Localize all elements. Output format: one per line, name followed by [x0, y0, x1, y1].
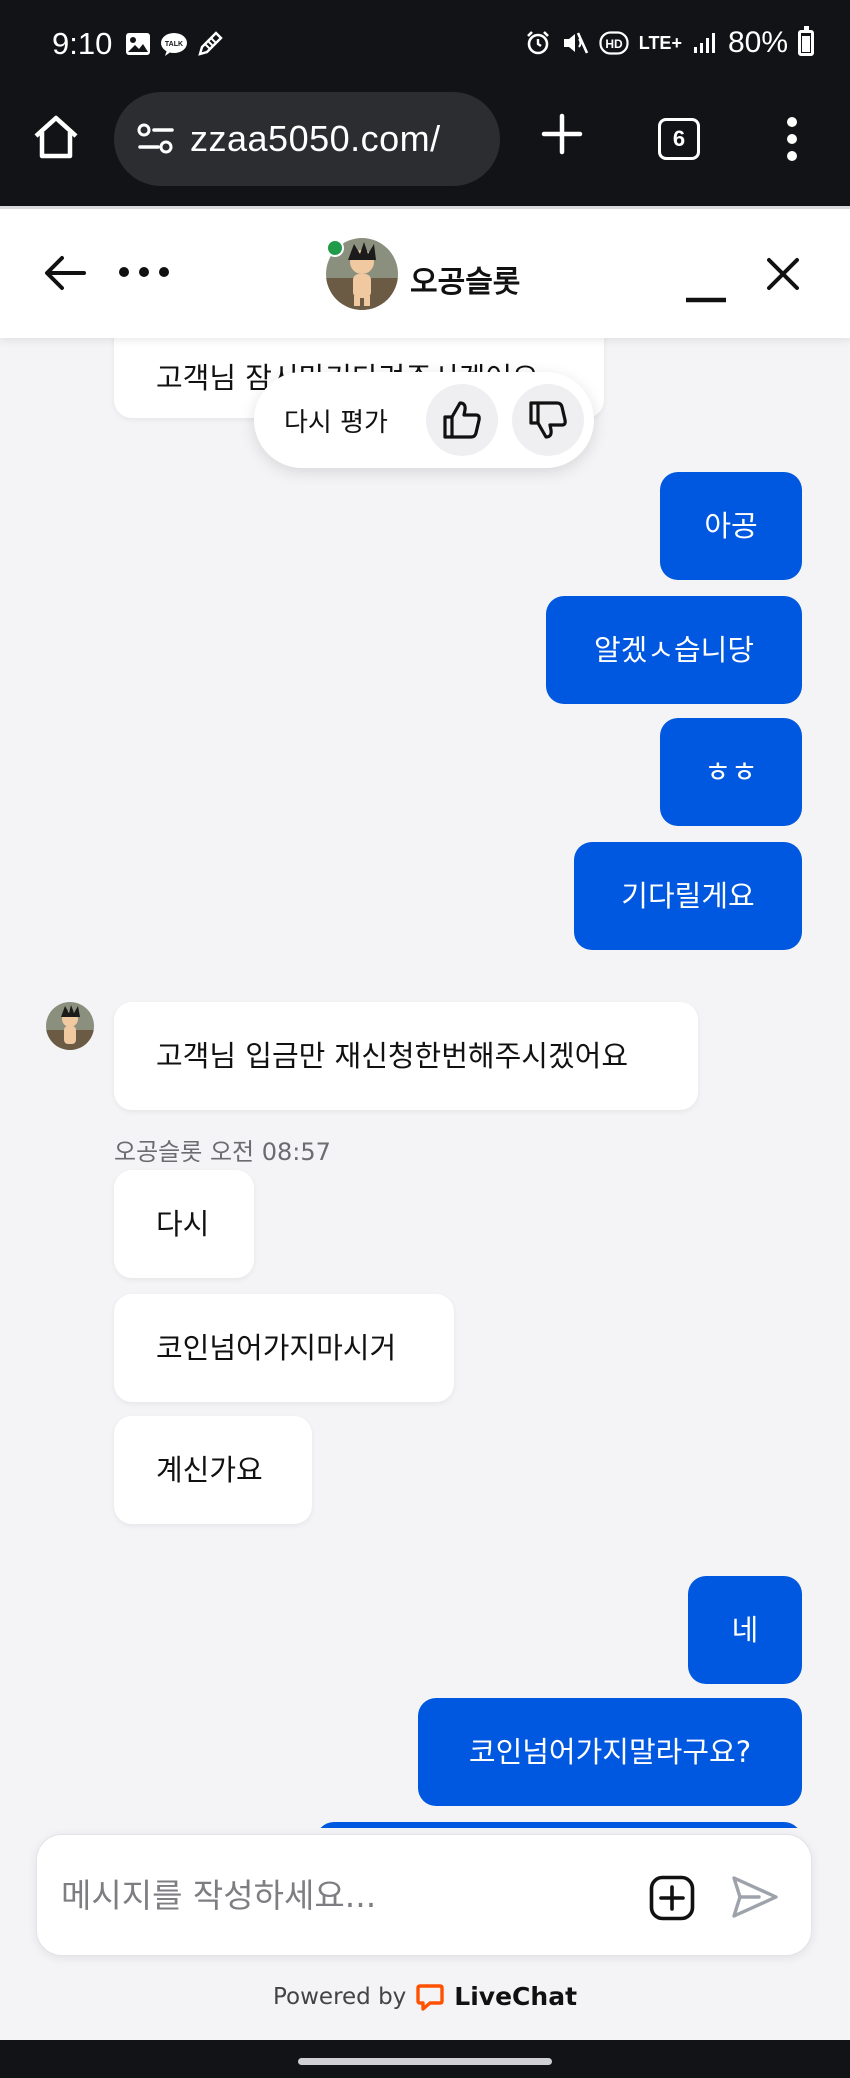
- user-message: 코인넘어가지말라구요?: [418, 1698, 802, 1806]
- send-icon[interactable]: [731, 1875, 779, 1919]
- message-text: 코인넘어가지말라구요?: [468, 1735, 752, 1769]
- rating-label: 다시 평가: [284, 408, 388, 438]
- mute-icon: [563, 32, 588, 54]
- system-nav-bar: [0, 2040, 850, 2078]
- message-composer: [36, 1834, 812, 1956]
- status-bar: 9:10 TALK HD LTE+ 80%: [0, 0, 850, 92]
- svg-text:TALK: TALK: [165, 41, 183, 48]
- message-meta: 오공슬롯 오전 08:57: [114, 1132, 331, 1167]
- user-message: ㅎㅎ: [660, 718, 802, 826]
- meta-time: 오전 08:57: [209, 1138, 331, 1166]
- user-message: 아공: [660, 472, 802, 580]
- agent-message: 고객님 입금만 재신청한번해주시겠어요: [114, 1002, 698, 1110]
- message-text: 네: [731, 1613, 759, 1647]
- tab-count: 6: [672, 126, 686, 151]
- home-icon[interactable]: [30, 112, 82, 164]
- thumbs-up-button[interactable]: [426, 384, 498, 456]
- message-text: 알겠ㅅ습니당: [593, 633, 755, 667]
- site-settings-icon[interactable]: [136, 121, 176, 157]
- user-message: 기다릴게요: [574, 842, 802, 950]
- livechat-logo-icon: [416, 1983, 444, 2011]
- minimize-icon[interactable]: [686, 283, 726, 303]
- close-icon[interactable]: [766, 257, 800, 291]
- attach-icon[interactable]: [649, 1875, 695, 1921]
- back-arrow-icon[interactable]: [44, 255, 86, 291]
- new-tab-icon[interactable]: [540, 112, 584, 156]
- battery-icon: [798, 26, 814, 56]
- powered-by-footer: Powered by LiveChat: [0, 1982, 850, 2011]
- message-text: 아공: [704, 509, 758, 543]
- status-notification-icons: TALK: [124, 30, 224, 58]
- online-status-dot: [326, 239, 344, 257]
- thumbs-down-icon: [529, 401, 567, 439]
- svg-text:HD: HD: [605, 37, 623, 51]
- meta-sender: 오공슬롯: [114, 1138, 203, 1166]
- battery-percent: 80%: [727, 26, 788, 59]
- message-text: 고객님 입금만 재신청한번해주시겠어요: [156, 1039, 628, 1073]
- message-text: 코인넘어가지마시거: [156, 1331, 397, 1365]
- message-text: 기다릴게요: [621, 879, 755, 913]
- agent-message: 계신가요: [114, 1416, 312, 1524]
- tab-switcher-button[interactable]: 6: [658, 118, 700, 160]
- image-icon: [126, 33, 150, 55]
- browser-toolbar: zzaa5050.com/ 6: [0, 92, 850, 206]
- status-time: 9:10: [52, 26, 113, 61]
- thumbs-up-icon: [443, 401, 481, 439]
- signal-icon: [693, 33, 715, 53]
- more-horiz-icon[interactable]: [118, 265, 170, 279]
- status-right: HD LTE+ 80%: [525, 26, 814, 60]
- message-text: ㅎㅎ: [704, 755, 758, 789]
- rating-bubble: 다시 평가: [254, 372, 594, 468]
- url-text: zzaa5050.com/: [190, 118, 441, 159]
- url-bar[interactable]: zzaa5050.com/: [114, 92, 500, 186]
- talk-icon: TALK: [161, 33, 187, 56]
- agent-message: 다시: [114, 1170, 254, 1278]
- agent-message-avatar: [46, 1002, 94, 1050]
- powered-by-text: Powered by: [272, 1983, 407, 2010]
- gesture-handle[interactable]: [298, 2058, 552, 2065]
- message-input[interactable]: [61, 1865, 641, 1925]
- message-text: 다시: [156, 1207, 210, 1241]
- livechat-brand[interactable]: LiveChat: [454, 1982, 577, 2011]
- user-message-partial: [316, 1822, 802, 1828]
- pen-icon: [198, 31, 223, 56]
- hd-icon: HD: [599, 31, 629, 55]
- more-vert-icon[interactable]: [784, 116, 800, 162]
- user-message: 네: [688, 1576, 802, 1684]
- agent-name: 오공슬롯: [410, 265, 521, 300]
- network-type: LTE+: [638, 33, 682, 53]
- message-text: 계신가요: [156, 1453, 263, 1487]
- user-message: 알겠ㅅ습니당: [546, 596, 802, 704]
- agent-message: 코인넘어가지마시거: [114, 1294, 454, 1402]
- chat-header: 오공슬롯: [0, 206, 850, 338]
- message-list[interactable]: 고객님 잠시만기다려주시겠어요 다시 평가 아공 알겠ㅅ습니당 ㅎㅎ 기다릴게요…: [0, 338, 850, 1828]
- thumbs-down-button[interactable]: [512, 384, 584, 456]
- alarm-icon: [526, 31, 549, 55]
